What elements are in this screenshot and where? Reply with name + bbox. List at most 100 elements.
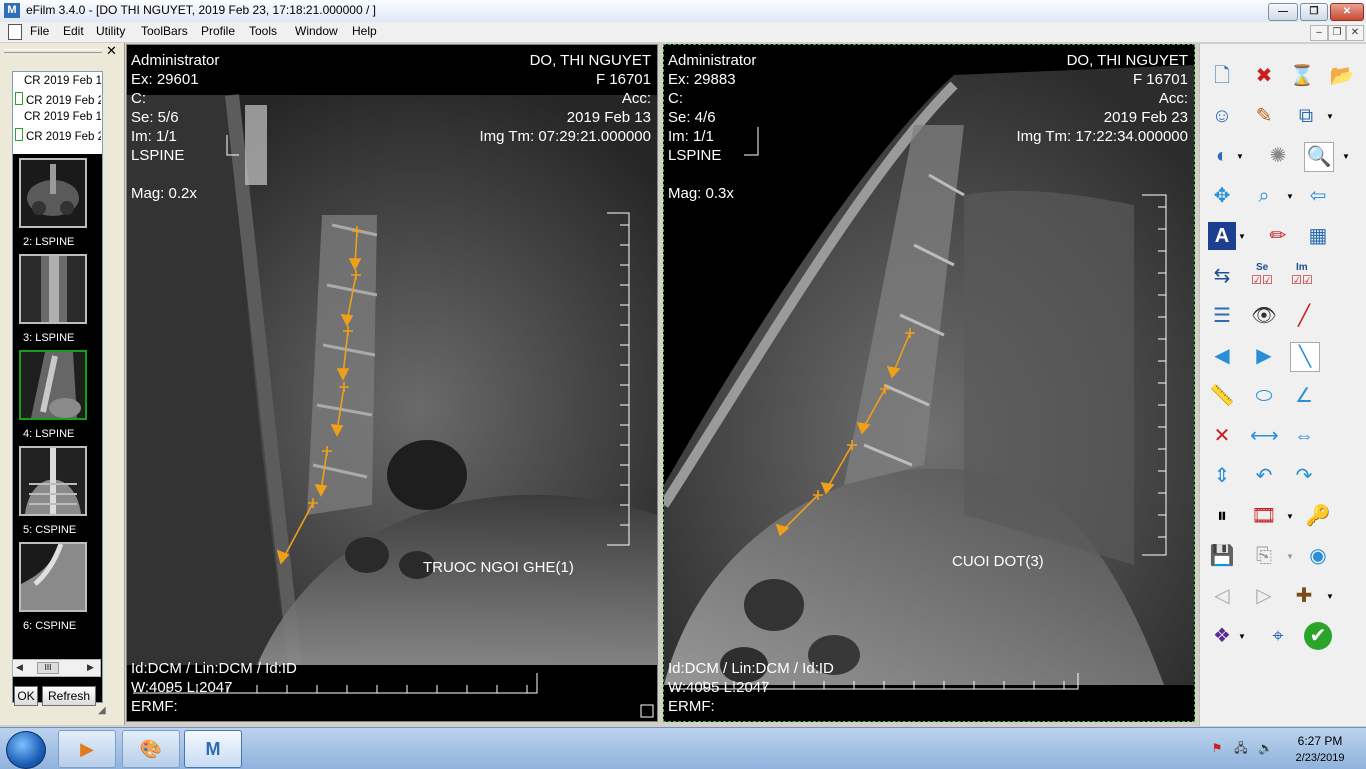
annotate-text-icon[interactable]: A (1208, 222, 1236, 250)
prev-series-icon[interactable]: ◀ (1208, 342, 1236, 370)
menu-tools[interactable]: Tools (249, 24, 277, 38)
study-row[interactable]: CR 2019 Feb 13 (15, 110, 101, 127)
panel-close-icon[interactable]: ✕ (106, 43, 117, 59)
network-tray-icon[interactable]: 🖧 (1234, 741, 1248, 755)
scroll-thumb[interactable]: III (37, 662, 59, 674)
flip-vertical-icon[interactable]: ⇕ (1208, 462, 1236, 490)
cine-dropdown-icon[interactable]: ▼ (1286, 512, 1294, 521)
cine-icon[interactable]: 🎞 (1250, 502, 1278, 530)
puzzle-dropdown-icon[interactable]: ▼ (1326, 592, 1334, 601)
mdi-close-button[interactable]: ✕ (1346, 25, 1364, 41)
back-arrow-icon[interactable]: ⇦ (1304, 182, 1332, 210)
ok-button[interactable]: OK (14, 686, 38, 706)
resize-grip[interactable]: ◢ (98, 705, 106, 716)
thumbnail-3-selected[interactable] (19, 350, 87, 420)
viewport-1[interactable]: Administrator Ex: 29601 C: Se: 5/6 Im: 1… (126, 44, 658, 722)
view-icon[interactable]: ◉ (1304, 542, 1332, 570)
edit-icon[interactable]: ✎ (1250, 102, 1278, 130)
menu-profile[interactable]: Profile (201, 24, 235, 38)
brightness-icon[interactable]: ✺ (1264, 142, 1292, 170)
scroll-left-icon[interactable]: ◀ (16, 662, 23, 673)
menu-utility[interactable]: Utility (96, 24, 125, 38)
confirm-icon[interactable]: ✔ (1304, 622, 1332, 650)
zoom-icon[interactable]: 🔍 (1304, 142, 1334, 172)
clock-time[interactable]: 6:27 PM (1290, 734, 1350, 748)
paint-taskbutton[interactable]: 🎨 (122, 730, 180, 768)
plugin-dropdown-icon[interactable]: ▼ (1238, 632, 1246, 641)
menu-help[interactable]: Help (352, 24, 377, 38)
study-tree[interactable]: CR 2019 Feb 13 CR 2019 Feb 23 CR 2019 Fe… (12, 71, 103, 703)
layout-dropdown-icon[interactable]: ▼ (1326, 112, 1334, 121)
key-image-icon[interactable]: 🔑 (1304, 502, 1332, 530)
next-series-icon[interactable]: ▶ (1250, 342, 1278, 370)
sync-icon[interactable]: ⇆ (1208, 262, 1236, 290)
pan-icon[interactable]: ✥ (1208, 182, 1236, 210)
clock-date[interactable]: 2/23/2019 (1284, 752, 1356, 764)
series-sync-icon[interactable]: ☑☑ (1250, 272, 1274, 288)
maximize-button[interactable]: ❐ (1300, 3, 1328, 21)
study-row[interactable]: CR 2019 Feb 23 (15, 92, 101, 109)
patient-icon[interactable]: ☺ (1208, 102, 1236, 130)
ellipse-roi-icon[interactable]: ⬭ (1250, 382, 1278, 410)
line-measure-icon[interactable]: ╲ (1290, 342, 1320, 372)
minimize-button[interactable]: — (1268, 3, 1298, 21)
thumbnail-4[interactable] (19, 446, 87, 516)
thumbnail-2[interactable] (19, 254, 87, 324)
prev-la-icon[interactable]: ◁ (1208, 582, 1236, 610)
title-bar[interactable]: M eFilm 3.4.0 - [DO THI NGUYET, 2019 Feb… (0, 0, 1366, 23)
document-icon[interactable] (8, 24, 22, 40)
delete-icon[interactable]: ✖ (1250, 62, 1278, 90)
clear-measure-icon[interactable]: ✕ (1208, 422, 1236, 450)
study-info-icon[interactable]: 🗋 (1208, 62, 1236, 90)
start-button[interactable] (6, 731, 46, 769)
puzzle-icon[interactable]: ✚ (1290, 582, 1318, 610)
efilm-app-icon[interactable]: M (4, 3, 20, 18)
viewport-2-active[interactable]: Administrator Ex: 29883 C: Se: 4/6 Im: 1… (663, 44, 1195, 722)
refresh-button[interactable]: Refresh (42, 686, 96, 706)
magnify-dropdown-icon[interactable]: ▼ (1286, 192, 1294, 201)
next-la-icon[interactable]: ▷ (1250, 582, 1278, 610)
menu-toolbars[interactable]: ToolBars (141, 24, 188, 38)
export-icon[interactable]: ⎘ (1250, 542, 1278, 570)
menu-file[interactable]: File (30, 24, 49, 38)
open-folder-icon[interactable]: 📂 (1328, 62, 1356, 90)
volume-tray-icon[interactable]: 🔈 (1258, 741, 1273, 755)
study-row[interactable]: CR 2019 Feb 23 (15, 128, 101, 145)
export-dropdown-icon[interactable]: ▼ (1286, 552, 1294, 561)
flip-horizontal-icon[interactable]: ⇔ (1290, 422, 1318, 450)
magnify-icon[interactable]: ⌕ (1250, 182, 1278, 210)
scroll-right-icon[interactable]: ▶ (87, 662, 94, 673)
draw-icon[interactable]: ✏ (1264, 222, 1292, 250)
window-level-dropdown-icon[interactable]: ▼ (1236, 152, 1244, 161)
ruler-icon[interactable]: 📏 (1208, 382, 1236, 410)
coordinate-icon[interactable]: ⌖ (1264, 622, 1292, 650)
close-button[interactable]: ✕ (1330, 3, 1364, 21)
flag-tray-icon[interactable]: ⚑ (1210, 741, 1224, 755)
menu-window[interactable]: Window (295, 24, 338, 38)
plugin-icon[interactable]: ❖ (1208, 622, 1236, 650)
image-sync-icon[interactable]: ☑☑ (1290, 272, 1314, 288)
annotate-dropdown-icon[interactable]: ▼ (1238, 232, 1246, 241)
calibrate-icon[interactable]: ⟷ (1250, 422, 1279, 450)
thumbnail-scrollbar[interactable]: ◀ III ▶ (12, 659, 101, 677)
save-icon[interactable]: 💾 (1208, 542, 1236, 570)
scalpel-icon[interactable]: ╱ (1290, 302, 1318, 330)
window-level-icon[interactable]: ◐ (1208, 142, 1236, 170)
hourglass-icon[interactable]: ⌛ (1288, 62, 1316, 90)
angle-icon[interactable]: ∠ (1290, 382, 1318, 410)
media-player-taskbutton[interactable]: ▶ (58, 730, 116, 768)
pause-icon[interactable]: ⏸ (1208, 502, 1236, 530)
rotate-right-icon[interactable]: ↷ (1290, 462, 1318, 490)
zoom-dropdown-icon[interactable]: ▼ (1342, 152, 1350, 161)
thumbnail-5[interactable] (19, 542, 87, 612)
menu-edit[interactable]: Edit (63, 24, 84, 38)
study-row[interactable]: CR 2019 Feb 13 (15, 74, 101, 91)
layout-icon[interactable]: ⧉ (1292, 102, 1320, 130)
report-icon[interactable]: ☰ (1208, 302, 1236, 330)
efilm-taskbutton[interactable]: M (184, 730, 242, 768)
grid-icon[interactable]: ▦ (1304, 222, 1332, 250)
panel-grip[interactable] (4, 49, 102, 53)
thumbnail-1[interactable] (19, 158, 87, 228)
mdi-restore-button[interactable]: ❐ (1328, 25, 1346, 41)
mdi-minimize-button[interactable]: – (1310, 25, 1328, 41)
